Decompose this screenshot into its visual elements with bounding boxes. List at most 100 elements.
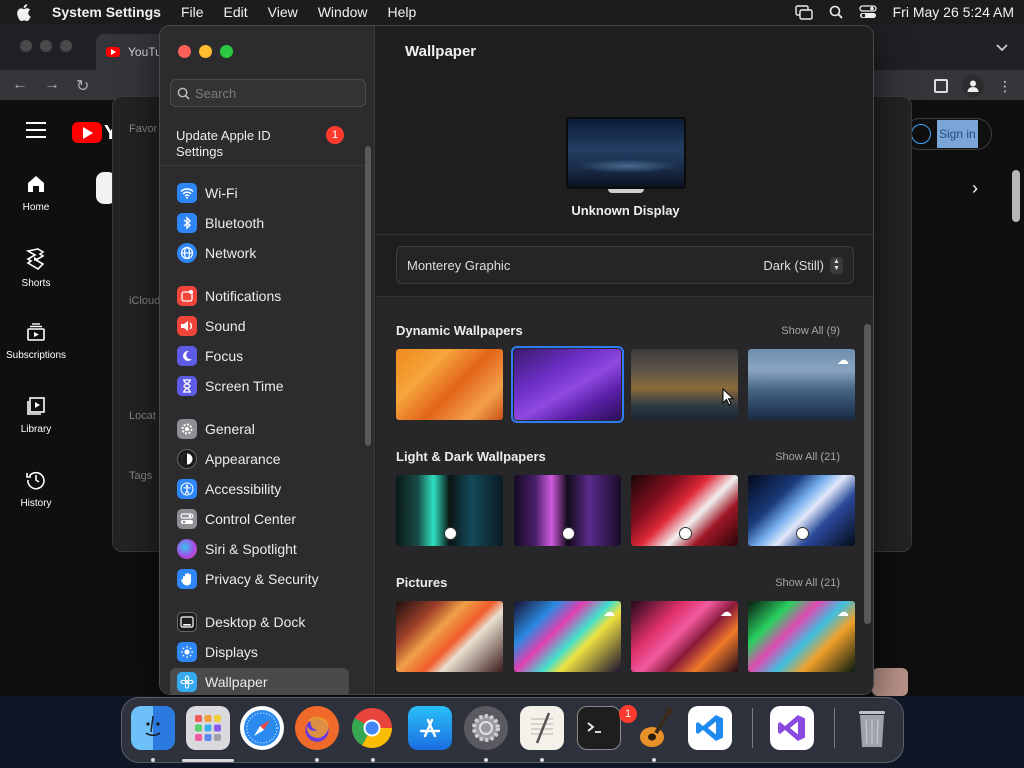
sidebar-item-screen-time[interactable]: Screen Time — [170, 372, 349, 400]
sidebar-item-bluetooth[interactable]: Bluetooth — [170, 209, 349, 237]
show-all-dynamic-button[interactable]: Show All (9) — [781, 325, 840, 337]
menu-view[interactable]: View — [268, 4, 298, 20]
app-store-dock-icon[interactable] — [408, 706, 452, 750]
wallpaper-thumb-light-dark-1[interactable] — [396, 475, 503, 546]
visual-studio-dock-icon[interactable] — [770, 706, 814, 750]
back-arrow-icon[interactable]: ← — [12, 76, 28, 96]
menu-edit[interactable]: Edit — [224, 4, 248, 20]
terminal-dock-icon[interactable] — [577, 706, 621, 750]
cloud-download-icon[interactable]: ☁ — [837, 353, 849, 367]
sidebar-item-network[interactable]: Network — [170, 239, 349, 267]
video-thumbnail[interactable] — [872, 668, 908, 696]
sidebar-item-notifications[interactable]: Notifications — [170, 282, 349, 310]
wallpaper-thumb-catalina-island[interactable]: ☁ — [748, 349, 855, 420]
guide-item-library[interactable]: Library — [0, 396, 72, 470]
wallpaper-selector: Monterey Graphic Dark (Still) ▲ ▼ — [396, 246, 854, 284]
minimize-button[interactable] — [199, 45, 212, 58]
launchpad-dock-icon[interactable] — [186, 706, 230, 750]
mouse-cursor-icon — [722, 387, 735, 409]
guide-item-home[interactable]: Home — [0, 174, 72, 248]
sidebar-item-siri-spotlight[interactable]: Siri & Spotlight — [170, 535, 349, 563]
light-dark-icon — [562, 527, 575, 540]
appearance-mode-popup[interactable]: Dark (Still) ▲ ▼ — [763, 256, 843, 274]
forward-arrow-icon[interactable]: → — [44, 76, 60, 96]
trash-dock-icon[interactable] — [850, 706, 894, 750]
apple-id-label: Update Apple ID Settings — [176, 128, 271, 159]
hamburger-menu-icon[interactable] — [26, 122, 46, 143]
chrome-dock-icon[interactable] — [350, 706, 394, 750]
wallpaper-thumb-catalina-day[interactable] — [631, 349, 738, 420]
firefox-dock-icon[interactable] — [295, 706, 339, 750]
finder-sidebar-heading: Favor — [129, 123, 158, 135]
sidebar-item-general[interactable]: General — [170, 415, 349, 443]
sidebar-item-displays[interactable]: Displays — [170, 638, 349, 666]
guide-item-subscriptions[interactable]: Subscriptions — [0, 322, 72, 396]
reload-icon[interactable]: ↻ — [76, 76, 89, 96]
spotlight-search-icon[interactable] — [829, 5, 843, 19]
guide-label: Home — [22, 202, 50, 213]
clock[interactable]: Fri May 26 5:24 AM — [893, 4, 1014, 20]
guide-item-history[interactable]: History — [0, 470, 72, 544]
sidebar-item-label: Siri & Spotlight — [205, 541, 297, 557]
sidebar-item-wallpaper[interactable]: Wallpaper — [170, 668, 349, 694]
content-scrollbar[interactable] — [864, 324, 871, 624]
wallpaper-thumb-light-dark-2[interactable] — [514, 475, 621, 546]
sidebar-item-privacy-security[interactable]: Privacy & Security — [170, 565, 349, 593]
sign-in-button[interactable]: Sign in — [904, 118, 992, 150]
chevron-down-icon[interactable] — [996, 40, 1008, 55]
system-settings-dock-icon[interactable] — [464, 706, 508, 750]
search-input[interactable] — [195, 85, 355, 101]
youtube-logo-icon[interactable] — [72, 122, 102, 143]
gear-icon — [177, 419, 197, 439]
sidebar-scrollbar[interactable] — [365, 146, 371, 446]
page-scrollbar[interactable] — [1012, 170, 1020, 222]
menu-file[interactable]: File — [181, 4, 204, 20]
menu-window[interactable]: Window — [318, 4, 368, 20]
profile-icon[interactable] — [962, 75, 984, 97]
finder-dock-icon[interactable] — [131, 706, 175, 750]
youtube-guide: Home Shorts Subscriptions Library Histor… — [0, 174, 72, 544]
menu-help[interactable]: Help — [388, 4, 417, 20]
safari-dock-icon[interactable] — [240, 706, 284, 750]
wallpaper-thumb-picture-1[interactable] — [396, 601, 503, 672]
visual-studio-code-dock-icon[interactable] — [688, 706, 732, 750]
sidebar-item-sound[interactable]: Sound — [170, 312, 349, 340]
search-field[interactable] — [170, 79, 366, 107]
control-center-icon[interactable] — [858, 5, 877, 19]
zoom-button[interactable] — [220, 45, 233, 58]
wallpaper-thumb-light-dark-4[interactable] — [748, 475, 855, 546]
sidebar-item-accessibility[interactable]: Accessibility — [170, 475, 349, 503]
sidebar-toggle-icon[interactable] — [934, 79, 948, 93]
cloud-download-icon[interactable]: ☁ — [837, 605, 849, 619]
close-button[interactable] — [178, 45, 191, 58]
wallpaper-thumb-ventura[interactable] — [396, 349, 503, 420]
accessibility-icon — [177, 479, 197, 499]
chevron-right-icon[interactable]: › — [972, 178, 978, 199]
garageband-dock-icon[interactable] — [632, 706, 676, 750]
sidebar-item-focus[interactable]: Focus — [170, 342, 349, 370]
cloud-download-icon[interactable]: ☁ — [720, 605, 732, 619]
sidebar-item-label: Privacy & Security — [205, 571, 319, 587]
wallpaper-thumb-picture-4[interactable]: ☁ — [748, 601, 855, 672]
show-all-light-dark-button[interactable]: Show All (21) — [775, 451, 840, 463]
guide-item-shorts[interactable]: Shorts — [0, 248, 72, 322]
sidebar-item-desktop-dock[interactable]: Desktop & Dock — [170, 608, 349, 636]
wallpaper-thumb-picture-2[interactable]: ☁ — [514, 601, 621, 672]
show-all-pictures-button[interactable]: Show All (21) — [775, 577, 840, 589]
sidebar-item-wifi[interactable]: Wi-Fi — [170, 179, 349, 207]
wallpaper-thumb-picture-3[interactable]: ☁ — [631, 601, 738, 672]
sidebar-item-control-center[interactable]: Control Center — [170, 505, 349, 533]
cloud-download-icon[interactable]: ☁ — [603, 605, 615, 619]
shorts-icon — [26, 248, 45, 270]
screen-mirroring-icon[interactable] — [794, 4, 813, 20]
section-title-dynamic: Dynamic Wallpapers — [396, 323, 523, 338]
wallpaper-thumb-monterey[interactable] — [511, 346, 624, 423]
wallpaper-thumb-light-dark-3[interactable] — [631, 475, 738, 546]
more-menu-icon[interactable]: ⋮ — [998, 79, 1012, 93]
history-icon — [26, 471, 45, 490]
sidebar-item-appearance[interactable]: Appearance — [170, 445, 349, 473]
apple-id-banner[interactable]: Update Apple ID Settings 1 — [160, 116, 375, 166]
textedit-dock-icon[interactable] — [520, 706, 564, 750]
app-menu[interactable]: System Settings — [52, 4, 161, 20]
apple-menu-icon[interactable] — [16, 3, 34, 21]
